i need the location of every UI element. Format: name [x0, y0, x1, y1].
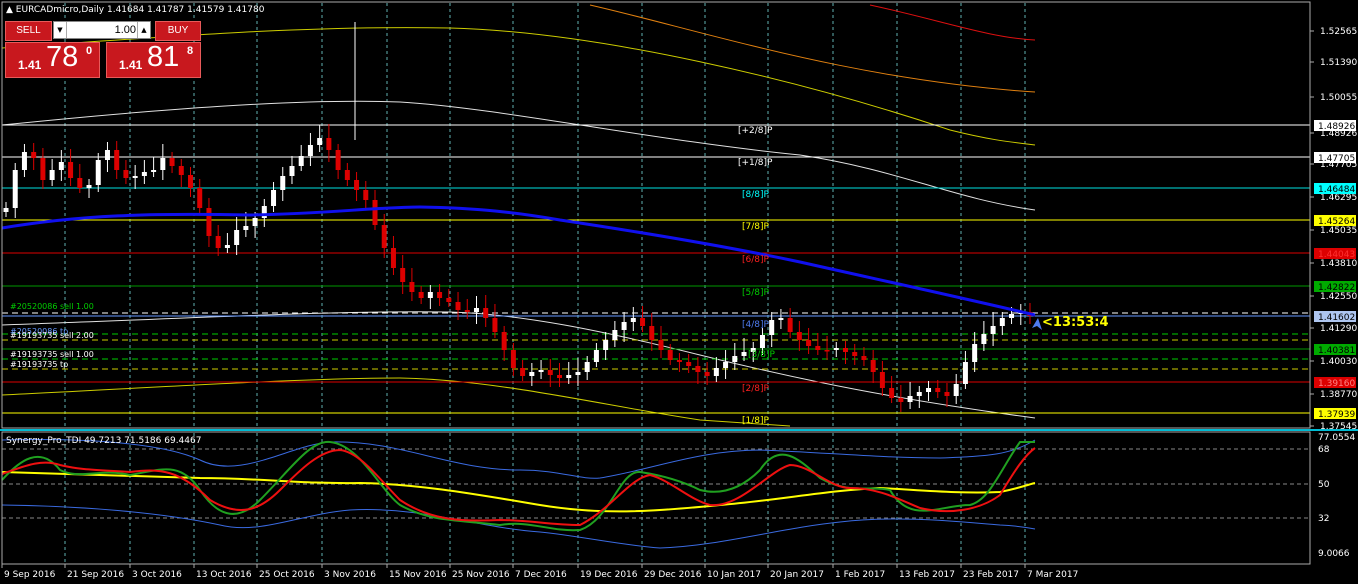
price-badge: 1.44043	[1314, 248, 1356, 260]
price-badge: 1.40381	[1314, 344, 1356, 356]
price-tick-label: 1.52565	[1320, 27, 1357, 37]
time-tick-label: 21 Sep 2016	[67, 570, 124, 580]
buy-quote-fraction: 8	[187, 45, 194, 57]
time-tick-label: 3 Nov 2016	[324, 570, 376, 580]
price-badge-label: 1.41602	[1318, 313, 1355, 323]
time-tick-label: 20 Jan 2017	[770, 570, 824, 580]
price-tick-label: 1.37545	[1320, 422, 1357, 432]
price-tick-label: 1.43810	[1320, 259, 1357, 269]
lot-decrease-icon[interactable]: ▼	[54, 22, 67, 38]
time-tick-label: 25 Nov 2016	[452, 570, 510, 580]
murrey-level-label: [1/8]P	[742, 416, 770, 426]
time-tick-label: 13 Feb 2017	[899, 570, 955, 580]
murrey-level-label: [+1/8]P	[738, 158, 773, 168]
time-tick-label: 7 Mar 2017	[1027, 570, 1078, 580]
tdi-tick-label: 68	[1318, 445, 1330, 455]
tdi-tick-label: 50	[1318, 480, 1330, 490]
tdi-tick-label: 77.0554	[1318, 433, 1355, 443]
price-badge: 1.45264	[1314, 215, 1356, 227]
time-tick-label: 9 Sep 2016	[4, 570, 56, 580]
price-tick-label: 1.40030	[1320, 357, 1357, 367]
buy-quote[interactable]: 1.41 81 8	[106, 41, 201, 78]
price-badge-label: 1.40381	[1318, 346, 1355, 356]
price-tick-label: 1.45035	[1320, 226, 1357, 236]
price-badge-label: 1.39160	[1318, 379, 1355, 389]
price-tick-label: 1.42550	[1320, 292, 1357, 302]
time-tick-label: 3 Oct 2016	[132, 570, 182, 580]
price-badge-label: 1.47705	[1318, 154, 1355, 164]
price-badge-label: 1.42822	[1318, 283, 1355, 293]
time-tick-label: 29 Dec 2016	[644, 570, 702, 580]
price-badge-label: 1.46484	[1318, 185, 1355, 195]
sell-quote-prefix: 1.41	[18, 58, 42, 72]
price-tick-label: 1.51390	[1320, 58, 1357, 68]
price-badge-label: 1.48926	[1318, 122, 1355, 132]
sell-quote[interactable]: 1.41 78 0	[5, 41, 100, 78]
price-badge: 1.42822	[1314, 281, 1356, 293]
time-tick-label: 7 Dec 2016	[515, 570, 567, 580]
price-badge: 1.41602	[1314, 311, 1356, 323]
price-badge-label: 1.44043	[1318, 250, 1355, 260]
sell-quote-fraction: 0	[86, 45, 93, 57]
chart-title: ▲ EURCADmicro,Daily 1.41684 1.41787 1.41…	[6, 5, 265, 15]
countdown-timer: <13:53:4	[1042, 315, 1109, 330]
lot-size-input[interactable]	[68, 22, 136, 38]
time-tick-label: 19 Dec 2016	[580, 570, 638, 580]
price-badge: 1.39160	[1314, 377, 1356, 389]
price-badge-label: 1.37939	[1318, 410, 1355, 420]
order-label: #19193735 tp	[10, 360, 68, 369]
murrey-level-label: [8/8]P	[742, 190, 770, 200]
buy-quote-prefix: 1.41	[119, 58, 143, 72]
buy-quote-pips: 81	[147, 41, 180, 73]
sell-button[interactable]: SELL	[5, 21, 52, 41]
order-label: #19193735 sell 2.00	[10, 331, 94, 340]
time-tick-label: 25 Oct 2016	[259, 570, 315, 580]
indicator-label: Synergy_Pro_TDI 49.7213 71.5186 69.4467	[6, 436, 201, 446]
murrey-level-label: [+2/8]P	[738, 126, 773, 136]
one-click-trading-panel: SELL ▼ ▲ BUY 1.41 78 0 1.41 81 8	[5, 20, 201, 78]
order-label: #19193735 sell 1.00	[10, 350, 94, 359]
murrey-level-label: [5/8]P	[742, 288, 770, 298]
buy-button[interactable]: BUY	[155, 21, 201, 41]
murrey-level-label: [7/8]P	[742, 222, 770, 232]
time-tick-label: 23 Feb 2017	[963, 570, 1019, 580]
tdi-tick-label: 32	[1318, 514, 1329, 524]
order-label: #20520086 sell 1.00	[10, 302, 94, 311]
price-tick-label: 1.38770	[1320, 390, 1357, 400]
price-badge-label: 1.45264	[1318, 217, 1355, 227]
murrey-level-label: [3/8]P	[748, 350, 776, 360]
main-chart[interactable]: ▲ EURCADmicro,Daily 1.41684 1.41787 1.41…	[0, 0, 1358, 584]
sell-quote-pips: 78	[46, 41, 79, 73]
price-badge: 1.47705	[1314, 152, 1356, 164]
murrey-level-label: [2/8]P	[742, 384, 770, 394]
price-tick-label: 1.41290	[1320, 324, 1357, 334]
time-tick-label: 13 Oct 2016	[196, 570, 252, 580]
lot-increase-icon[interactable]: ▲	[137, 22, 150, 38]
time-tick-label: 10 Jan 2017	[707, 570, 761, 580]
time-tick-label: 1 Feb 2017	[835, 570, 885, 580]
price-badge: 1.37939	[1314, 408, 1356, 420]
murrey-level-label: [4/8]P	[742, 320, 770, 330]
time-tick-label: 15 Nov 2016	[389, 570, 447, 580]
murrey-level-label: [6/8]P	[742, 255, 770, 265]
price-badge: 1.48926	[1314, 120, 1356, 132]
lot-size-field: ▼ ▲	[53, 21, 151, 39]
tdi-tick-label: 9.0066	[1318, 549, 1350, 559]
price-badge: 1.46484	[1314, 183, 1356, 195]
price-tick-label: 1.50055	[1320, 93, 1357, 103]
